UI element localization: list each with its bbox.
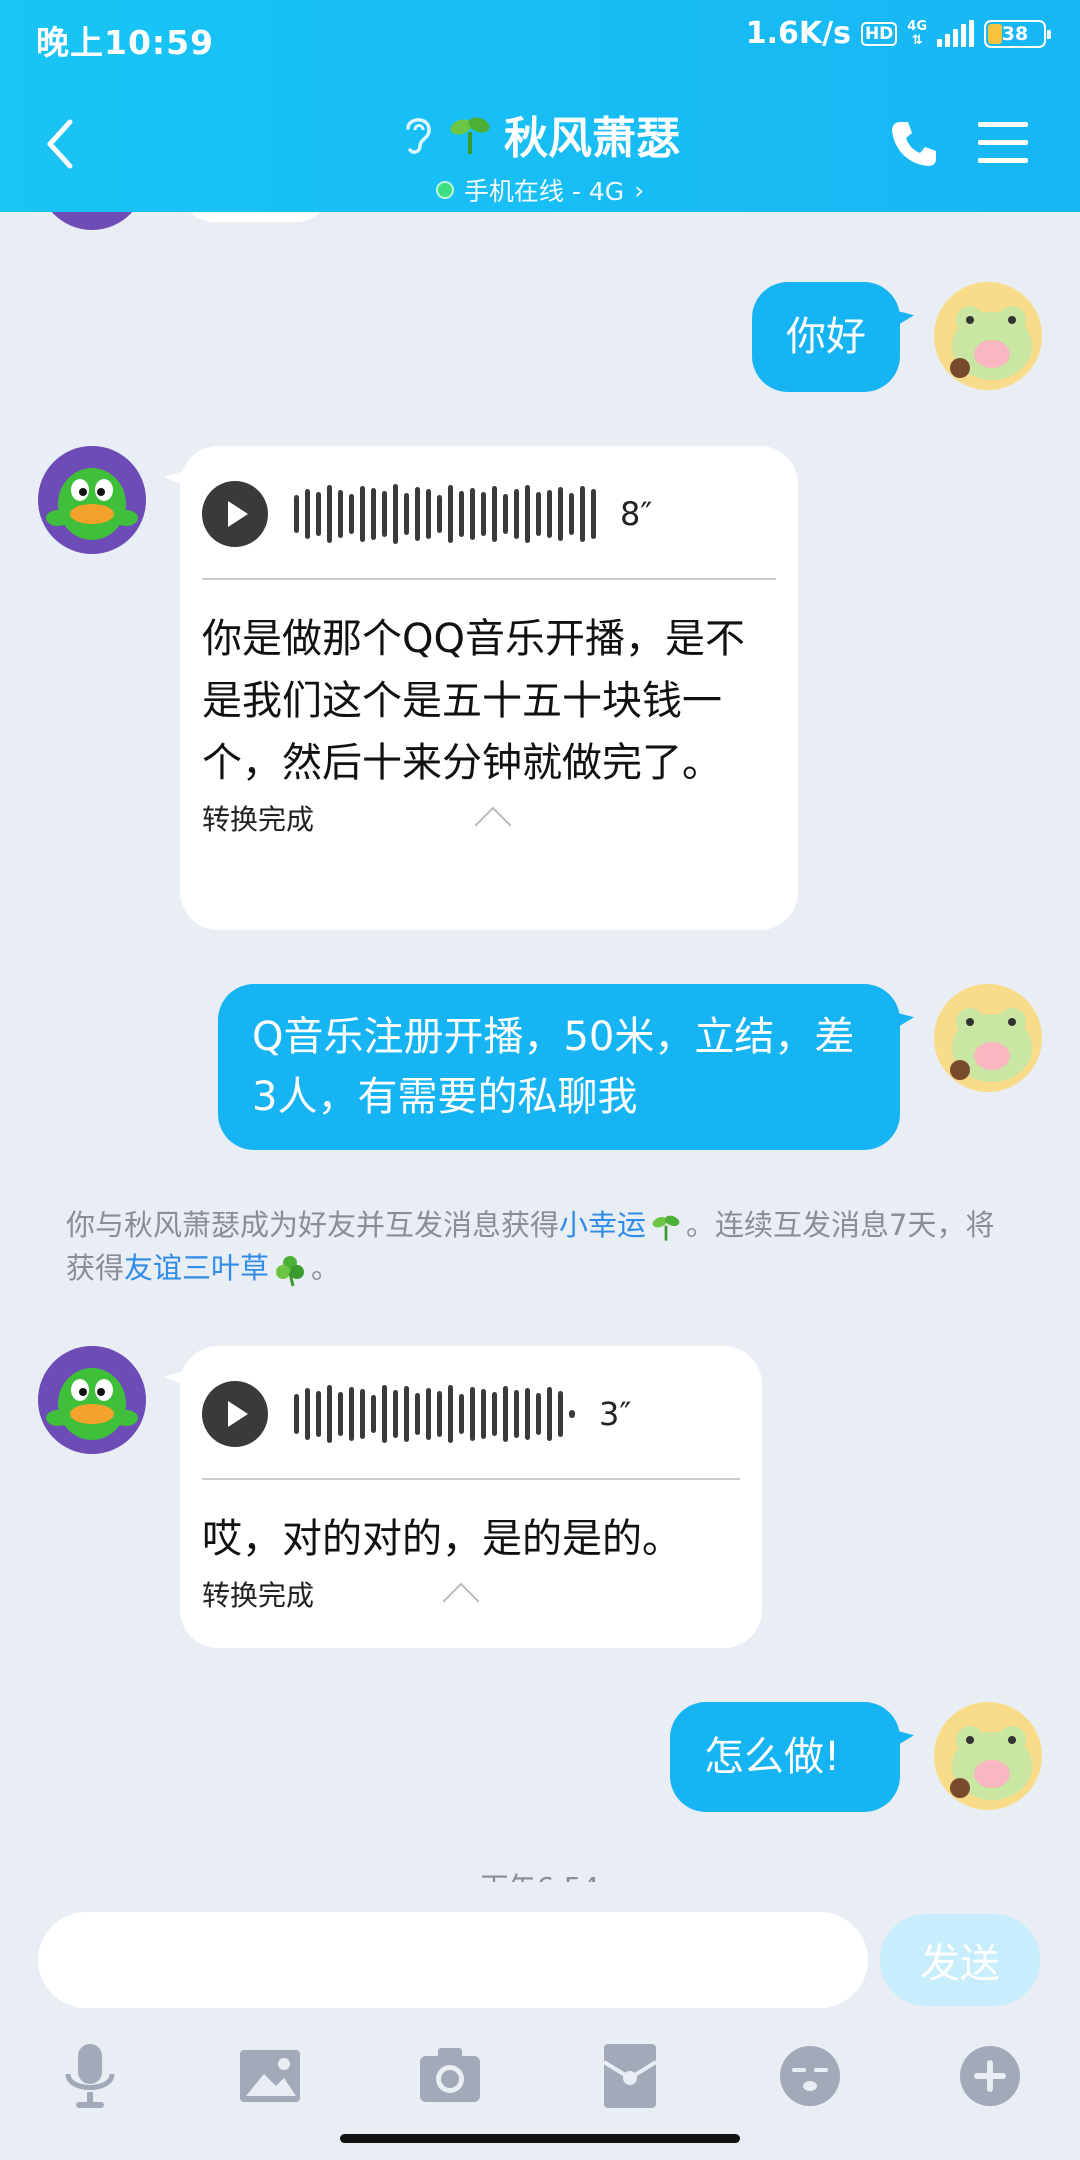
online-status-icon — [435, 181, 454, 199]
outgoing-message[interactable]: 怎么做! — [670, 1702, 900, 1812]
message-list[interactable]: 你好 8″ 你是做那个QQ音乐开播，是不是我们这个是五十五十块钱一个，然后十来分… — [0, 212, 1080, 1882]
incoming-voice-message[interactable]: 8″ 你是做那个QQ音乐开播，是不是我们这个是五十五十块钱一个，然后十来分钟就做… — [180, 446, 798, 930]
home-indicator[interactable] — [340, 2134, 740, 2143]
red-packet-icon[interactable] — [594, 2040, 666, 2112]
composer-area: 发送 — [0, 1882, 1080, 2160]
frog-avatar-icon — [934, 282, 1042, 390]
voice-duration: 3″ — [599, 1395, 632, 1433]
divider — [202, 1478, 740, 1480]
chat-title: 秋风萧瑟 — [504, 113, 680, 164]
phone-icon[interactable] — [888, 118, 940, 170]
duck-avatar-icon — [38, 1346, 146, 1454]
send-button[interactable]: 发送 — [880, 1914, 1040, 2006]
composer-toolbar — [0, 2028, 1080, 2120]
lucky-link[interactable]: 小幸运 — [559, 1208, 646, 1242]
chat-header: 秋风萧瑟 手机在线 - 4G › — [0, 92, 1080, 212]
waveform-icon — [294, 480, 596, 548]
contact-avatar[interactable] — [38, 1346, 146, 1454]
plus-icon[interactable] — [954, 2040, 1026, 2112]
duck-avatar-icon — [38, 446, 146, 554]
waveform-icon — [294, 1380, 575, 1448]
contact-avatar[interactable] — [38, 212, 146, 230]
camera-icon[interactable] — [414, 2040, 486, 2112]
signal-icon — [937, 19, 974, 47]
status-right: 1.6K/s HD 4G ⇅ 38 — [745, 16, 1051, 51]
frog-avatar-icon — [934, 1702, 1042, 1810]
emoji-icon[interactable] — [774, 2040, 846, 2112]
incoming-voice-message[interactable]: 3″ 哎，对的对的，是的是的。 转换完成 — [180, 1346, 762, 1648]
collapse-chevron-icon[interactable] — [442, 1582, 480, 1620]
sprout-icon — [450, 117, 490, 154]
image-icon[interactable] — [234, 2040, 306, 2112]
my-avatar[interactable] — [934, 1702, 1042, 1810]
ear-icon[interactable] — [400, 112, 436, 156]
timestamp: 下午6:54 — [0, 1866, 1080, 1882]
conversion-status: 转换完成 — [202, 803, 315, 836]
clover-icon — [276, 1256, 305, 1287]
voice-transcript: 你是做那个QQ音乐开播，是不是我们这个是五十五十块钱一个，然后十来分钟就做完了。 — [202, 616, 745, 786]
clover-link[interactable]: 友谊三叶草 — [124, 1251, 269, 1285]
message-input[interactable] — [38, 1912, 868, 2008]
network-speed: 1.6K/s — [745, 16, 851, 51]
online-status-text: 手机在线 - 4G — [463, 177, 625, 206]
conversion-status: 转换完成 — [202, 1579, 315, 1612]
chevron-right-icon: › — [634, 175, 645, 205]
battery-icon: 38 — [984, 19, 1051, 48]
menu-icon[interactable] — [978, 120, 1028, 166]
hd-icon: HD — [860, 21, 898, 46]
divider — [202, 578, 776, 580]
voice-transcript: 哎，对的对的，是的是的。 — [202, 1516, 682, 1562]
status-time: 晚上10:59 — [36, 23, 215, 62]
frog-avatar-icon — [934, 984, 1042, 1092]
network-type: 4G ⇅ — [907, 18, 927, 48]
contact-avatar[interactable] — [38, 446, 146, 554]
mic-icon[interactable] — [54, 2040, 126, 2112]
collapse-chevron-icon[interactable] — [474, 806, 512, 844]
play-icon[interactable] — [202, 481, 268, 547]
voice-duration: 8″ — [620, 495, 653, 533]
outgoing-message[interactable]: Q音乐注册开播，50米，立结，差3人，有需要的私聊我 — [218, 984, 900, 1150]
system-message: 你与秋风萧瑟成为好友并互发消息获得小幸运 。连续互发消息7天，将获得友谊三叶草。 — [66, 1208, 995, 1287]
play-icon[interactable] — [202, 1381, 268, 1447]
outgoing-message[interactable]: 你好 — [752, 282, 900, 392]
top-bar: 晚上10:59 1.6K/s HD 4G ⇅ 38 秋风萧瑟 手机在线 - 4G … — [0, 0, 1080, 212]
partial-bubble — [180, 212, 330, 222]
sprout-icon — [652, 1215, 680, 1241]
my-avatar[interactable] — [934, 282, 1042, 390]
status-bar: 晚上10:59 1.6K/s HD 4G ⇅ 38 — [0, 0, 1080, 76]
my-avatar[interactable] — [934, 984, 1042, 1092]
